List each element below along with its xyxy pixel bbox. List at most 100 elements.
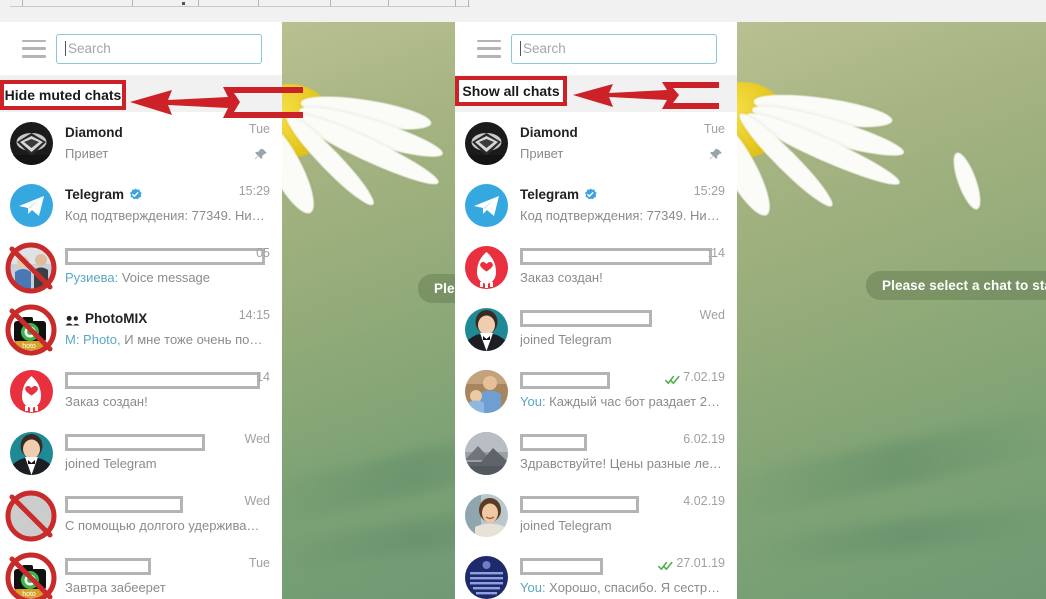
screenshot-root: Pleas Search DiamondTueПривет Teleg <box>0 0 1046 599</box>
photomix-camera-avatar: hoto <box>10 555 53 599</box>
grey-landscape-avatar <box>465 431 508 475</box>
chat-wallpaper-left: Pleas <box>282 22 455 599</box>
chat-list-item[interactable]: Diamond Tue Привет <box>455 112 737 174</box>
chat-item-body: 14 Заказ создан! <box>65 370 270 413</box>
chat-preview: Код подтверждения: 77349. Ник… <box>520 207 725 223</box>
chat-list-item[interactable]: 4.02.19 joined Telegram <box>455 484 737 546</box>
girl-purple-hair-avatar <box>10 493 53 537</box>
chat-list-item[interactable]: 14 Заказ создан! <box>0 360 282 422</box>
ruler-line <box>10 1 470 7</box>
avatar <box>10 121 53 165</box>
chat-list-item[interactable]: :14 Заказ создан! <box>455 236 737 298</box>
chat-list-item[interactable]: Telegram 15:29 Код подтверждения: 77349. … <box>455 174 737 236</box>
text-caret <box>520 41 521 56</box>
chat-list-item[interactable]: Diamond Tue Привет <box>0 112 282 174</box>
hamburger-icon[interactable] <box>22 39 46 58</box>
chat-timestamp: Tue <box>248 555 270 570</box>
chat-preview: С помощью долгого удержива… <box>65 517 260 533</box>
chat-preview-sender: Рузиева: <box>65 269 122 285</box>
chat-item-title-row: Wed <box>65 432 270 453</box>
chat-preview: Заказ создан! <box>520 269 603 285</box>
chat-item-meta: 14 <box>256 370 270 384</box>
redacted-name-box <box>65 557 151 575</box>
avatar <box>5 490 57 541</box>
chat-list-item[interactable]: 6.02.19 Здравствуйте! Цены разные лет… <box>455 422 737 484</box>
hamburger-icon[interactable] <box>477 39 501 58</box>
chat-timestamp: 15:29 <box>238 183 270 198</box>
telegram-window-left: Pleas Search DiamondTueПривет Teleg <box>0 22 455 599</box>
redacted-name-box <box>65 433 205 451</box>
chat-name: PhotoMIX <box>85 310 148 326</box>
redacted-name-box <box>65 247 265 265</box>
chat-item-body: Telegram 15:29 Код подтверждения: 77349. … <box>65 184 270 227</box>
read-receipt-double-check-icon <box>658 558 673 570</box>
redacted-name-box <box>65 495 183 513</box>
search-input-right[interactable]: Search <box>511 33 717 64</box>
chat-item-body: Telegram 15:29 Код подтверждения: 77349. … <box>520 184 725 227</box>
chat-name: Diamond <box>520 124 578 140</box>
chat-item-title-row: 7.02.19 <box>520 370 725 391</box>
chat-list-item[interactable]: hoto Tue Завтра забеерет <box>0 546 282 599</box>
chat-item-title-row: Telegram 15:29 <box>65 184 270 205</box>
chat-item-body: :14 Заказ создан! <box>520 246 725 289</box>
chat-preview: Здравствуйте! Цены разные лет… <box>520 455 725 471</box>
redacted-name-box <box>520 433 587 451</box>
avatar <box>465 121 508 165</box>
chat-preview: Рузиева: Voice message <box>65 269 211 285</box>
read-receipt-double-check-icon <box>665 372 680 384</box>
annotation-show-all-chats: Show all chats <box>455 76 567 106</box>
chat-timestamp: 4.02.19 <box>683 493 725 508</box>
chat-preview: M: Photo, И мне тоже очень по… <box>65 331 263 347</box>
chat-list-item[interactable]: Wed joined Telegram <box>455 298 737 360</box>
chat-list-item[interactable]: Wed С помощью долгого удержива… <box>0 484 282 546</box>
search-input-left[interactable]: Search <box>56 33 262 64</box>
chat-timestamp: Wed <box>244 431 270 446</box>
chat-timestamp: 6.02.19 <box>683 431 725 446</box>
chat-list-right[interactable]: Diamond Tue Привет Telegram 15:29 Код подтв… <box>455 112 737 599</box>
chat-timestamp: Tue <box>703 121 725 136</box>
chat-item-body: Wed joined Telegram <box>65 432 270 475</box>
chat-item-title-row: 6.02.19 <box>520 432 725 453</box>
avatar <box>465 369 508 413</box>
chat-item-title-row: 05 <box>65 246 270 267</box>
chat-item-title-row: PhotoMIX 14:15 <box>65 308 270 329</box>
pinned-chat-icon <box>709 148 723 162</box>
chat-preview-sender: M: Photo, <box>65 331 125 347</box>
chat-list-left[interactable]: Diamond Tue Привет Telegram 15:29 Код подтв… <box>0 112 282 599</box>
redacted-name-box <box>520 495 639 513</box>
woman-smiling-avatar <box>465 493 508 537</box>
chat-item-meta: Wed <box>245 494 270 508</box>
telegram-logo-avatar <box>465 183 508 227</box>
chat-item-body: 05 Рузиева: Voice message <box>65 246 270 289</box>
chat-timestamp: Wed <box>699 307 725 322</box>
avatar <box>465 245 508 289</box>
chat-list-item[interactable]: 7.02.19 You: Каждый час бот раздает 25… <box>455 360 737 422</box>
chat-item-title-row: 4.02.19 <box>520 494 725 515</box>
chat-timestamp: :14 <box>707 245 725 260</box>
diamond-dark-avatar <box>10 121 53 165</box>
annotation-hide-muted-chats: Hide muted chats <box>0 80 126 110</box>
chat-item-meta: 27.01.19 <box>658 556 725 570</box>
chat-timestamp: Wed <box>244 493 270 508</box>
chat-preview: Заказ создан! <box>65 393 148 409</box>
chat-preview-sender: You: <box>520 393 550 409</box>
chat-list-item[interactable]: hoto PhotoMIX 14:15 M: Photo, И мне тоже о… <box>0 298 282 360</box>
chat-item-body: Diamond Tue Привет <box>520 122 725 165</box>
top-ruler-strip <box>0 0 1046 22</box>
chat-item-body: Diamond Tue Привет <box>65 122 270 165</box>
chat-list-item[interactable]: 05 Рузиева: Voice message <box>0 236 282 298</box>
chat-item-meta: Wed <box>700 308 725 322</box>
chat-item-title-row: 14 <box>65 370 270 391</box>
telegram-logo-avatar <box>10 183 53 227</box>
chat-list-item[interactable]: 27.01.19 You: Хорошо, спасибо. Я сестре … <box>455 546 737 599</box>
avatar <box>465 493 508 537</box>
avatar <box>465 183 508 227</box>
two-people-photo-avatar <box>10 245 53 289</box>
chat-item-body: PhotoMIX 14:15 M: Photo, И мне тоже очень … <box>65 308 270 351</box>
chat-list-item[interactable]: Telegram 15:29 Код подтверждения: 77349. … <box>0 174 282 236</box>
chat-item-body: 6.02.19 Здравствуйте! Цены разные лет… <box>520 432 725 475</box>
chat-list-item[interactable]: Wed joined Telegram <box>0 422 282 484</box>
red-heart-rocket-avatar <box>10 369 53 413</box>
select-chat-badge-left: Pleas <box>418 274 455 303</box>
chat-timestamp: 7.02.19 <box>683 369 725 384</box>
